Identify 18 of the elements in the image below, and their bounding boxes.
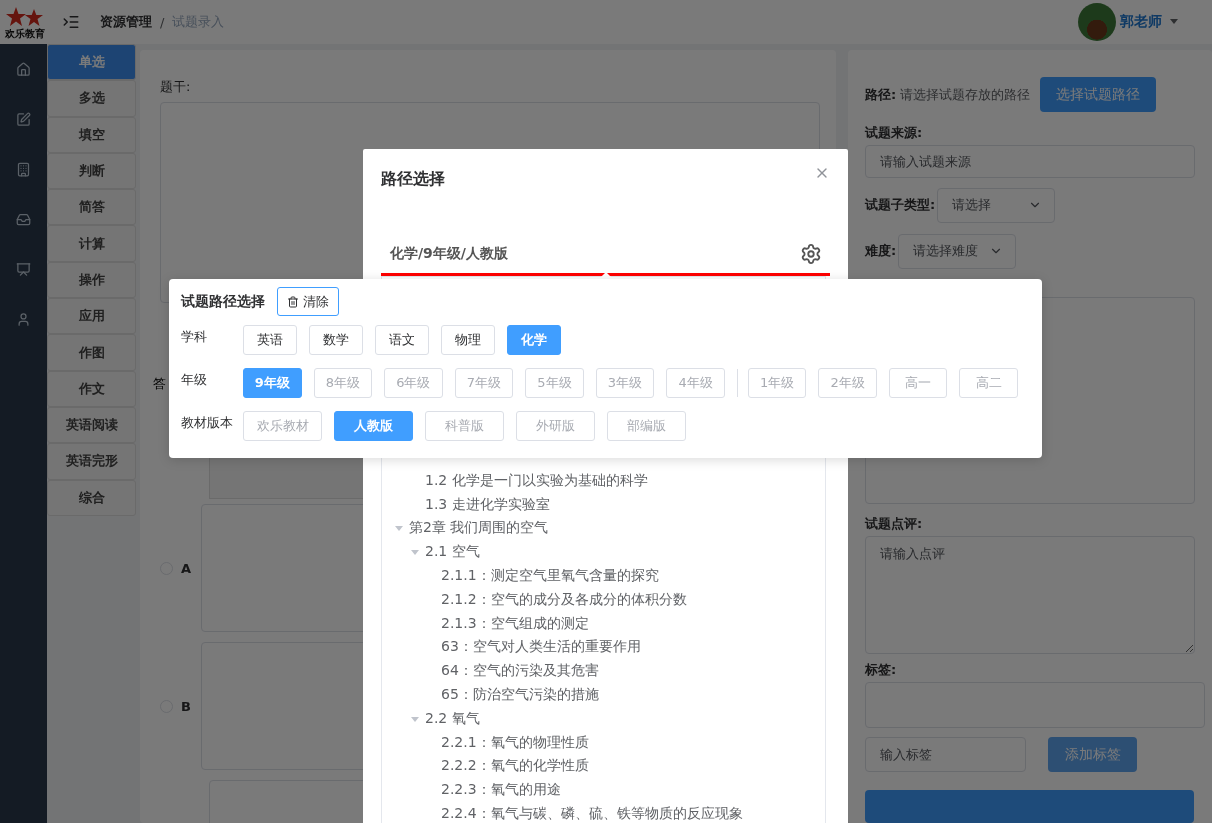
stem-label: 题干: <box>160 78 192 96</box>
logo-text: 欢乐教育 <box>5 27 45 39</box>
comment-label: 试题点评: <box>865 514 924 533</box>
path-hint: 请选择试题存放的路径 <box>900 85 1031 104</box>
row-label: 学科 <box>181 328 208 346</box>
difficulty-label: 难度: <box>865 242 897 261</box>
breadcrumb-separator: / <box>160 14 165 30</box>
row-label: 教材版本 <box>181 414 234 432</box>
row-label: 年级 <box>181 371 208 389</box>
option-letter: B <box>180 698 192 714</box>
path-label: 路径: <box>865 85 897 104</box>
source-label: 试题来源: <box>865 124 924 142</box>
answer-label: 答 <box>153 375 167 393</box>
tags-label: 标签: <box>865 661 898 680</box>
dialog-title: 路径选择 <box>381 169 445 190</box>
subtype-label: 试题子类型: <box>865 196 936 215</box>
popover-title: 试题路径选择 <box>181 292 265 311</box>
option-letter: A <box>180 560 193 576</box>
